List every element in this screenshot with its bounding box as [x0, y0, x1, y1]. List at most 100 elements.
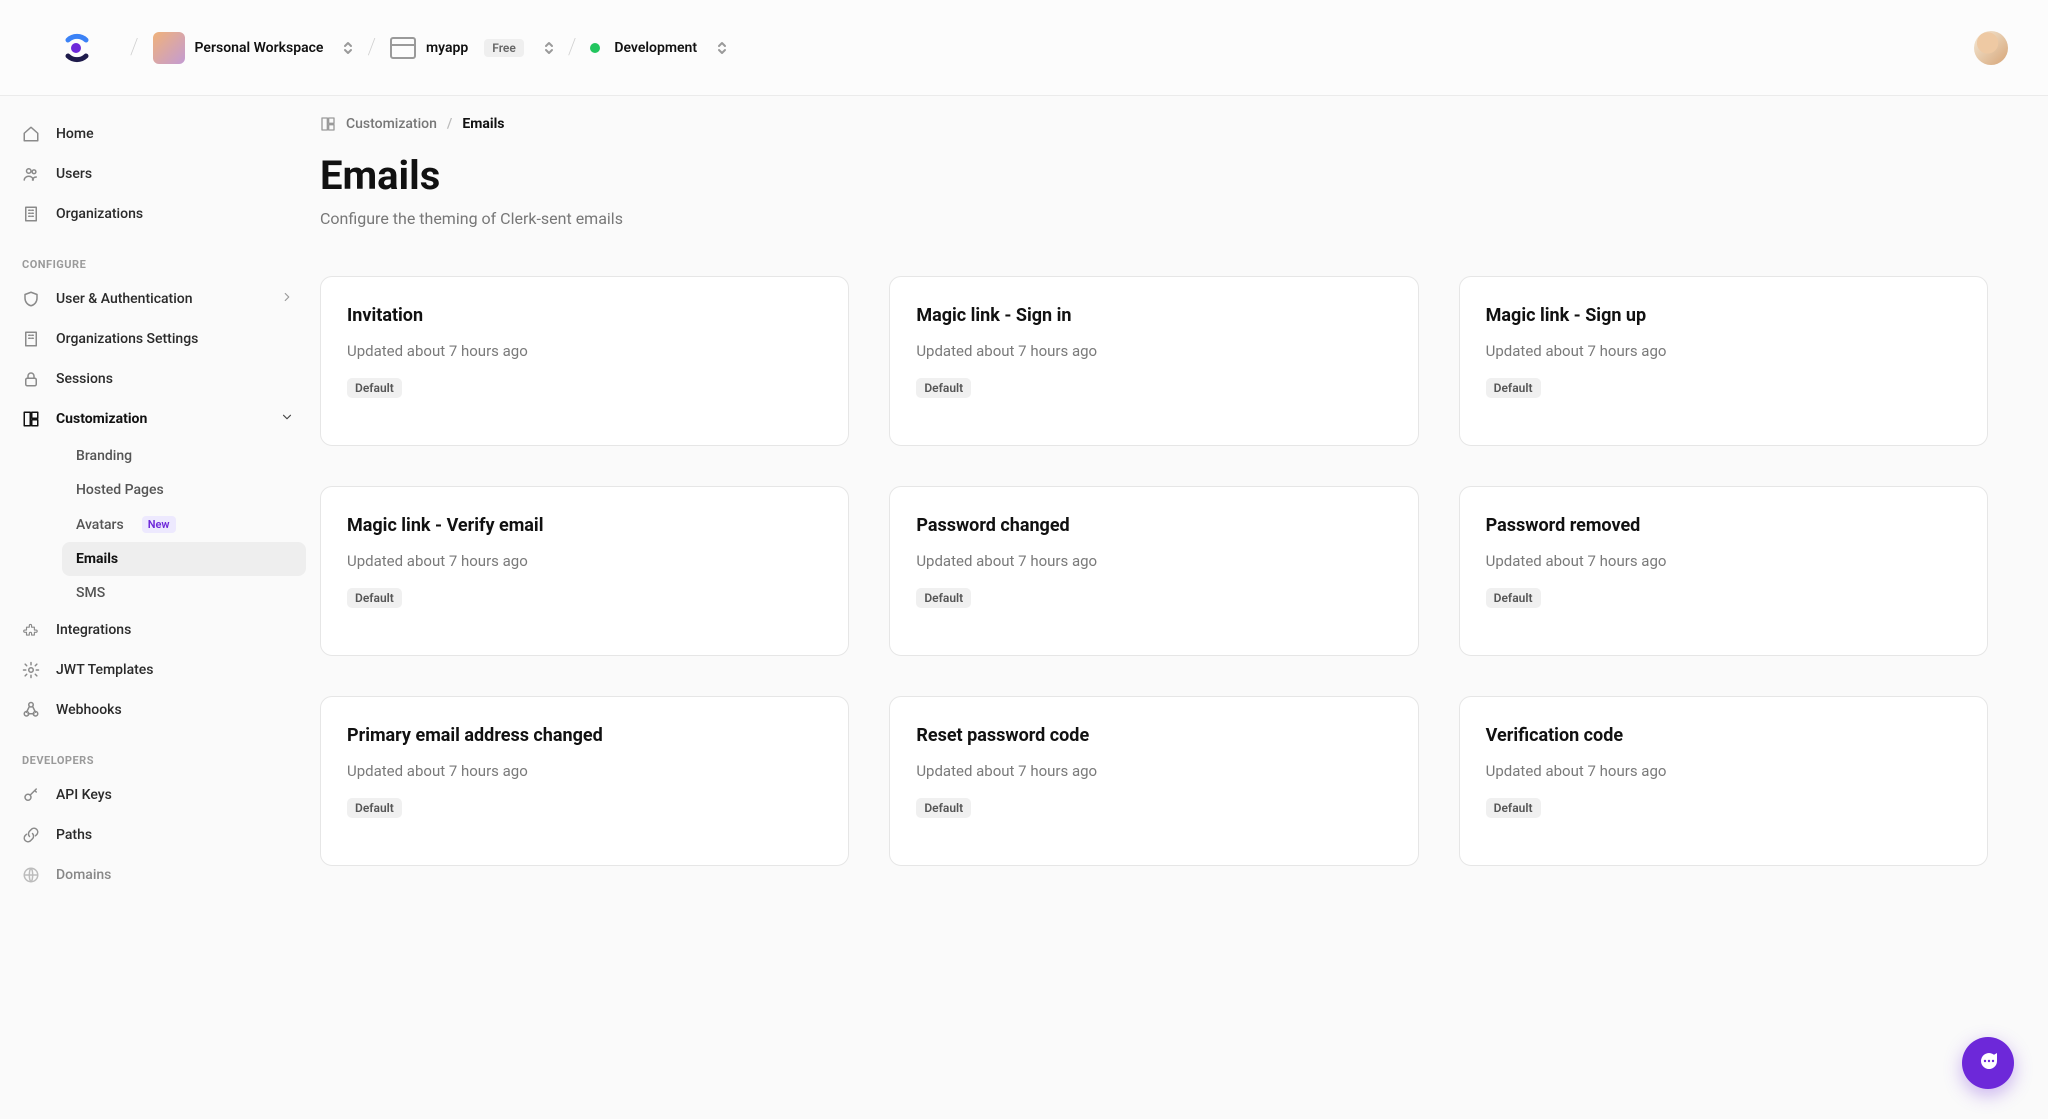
sidebar-item-home[interactable]: Home [14, 114, 306, 154]
email-template-card[interactable]: Password removed Updated about 7 hours ag… [1459, 486, 1988, 656]
workspace-avatar [153, 32, 185, 64]
sidebar-item-label: Users [56, 166, 92, 182]
section-label-configure: CONFIGURE [14, 234, 306, 279]
chevron-right-icon [280, 290, 294, 308]
link-icon [20, 824, 42, 846]
sidebar-item-jwt-templates[interactable]: JWT Templates [14, 650, 306, 690]
gear-icon [20, 659, 42, 681]
default-badge: Default [916, 588, 971, 608]
shield-icon [20, 288, 42, 310]
chat-fab[interactable] [1962, 1037, 2014, 1089]
chevron-down-icon [280, 410, 294, 428]
palette-icon [20, 408, 42, 430]
card-title: Primary email address changed [347, 725, 822, 746]
sidebar-item-users[interactable]: Users [14, 154, 306, 194]
sidebar-item-sessions[interactable]: Sessions [14, 359, 306, 399]
email-template-card[interactable]: Verification codeUpdated about 7 hours a… [1459, 696, 1988, 866]
breadcrumb-sep: / [447, 116, 452, 132]
breadcrumb: Customization / Emails [320, 116, 1988, 132]
email-template-card[interactable]: Magic link - Sign upUpdated about 7 hour… [1459, 276, 1988, 446]
app-switcher[interactable]: myapp Free [390, 37, 554, 59]
card-updated: Updated about 7 hours ago [347, 342, 822, 360]
sidebar-item-user-auth[interactable]: User & Authentication [14, 279, 306, 319]
email-template-card[interactable]: Reset password codeUpdated about 7 hours… [889, 696, 1418, 866]
default-badge: Default [916, 378, 971, 398]
sidebar-item-label: JWT Templates [56, 662, 154, 678]
sidebar-item-label: Home [56, 126, 94, 142]
sidebar-item-label: Emails [76, 551, 118, 567]
sidebar-item-org-settings[interactable]: Organizations Settings [14, 319, 306, 359]
default-badge: Default [347, 798, 402, 818]
sidebar-sub-hosted-pages[interactable]: Hosted Pages [62, 473, 306, 507]
sidebar-item-label: Hosted Pages [76, 482, 164, 498]
sidebar-item-label: SMS [76, 585, 105, 601]
users-icon [20, 163, 42, 185]
email-template-card[interactable]: Primary email address changed Updated abo… [320, 696, 849, 866]
sidebar-item-organizations[interactable]: Organizations [14, 194, 306, 234]
workspace-switcher[interactable]: Personal Workspace [153, 32, 354, 64]
home-icon [20, 123, 42, 145]
page-subtitle: Configure the theming of Clerk-sent emai… [320, 209, 1988, 228]
page-title: Emails [320, 152, 1988, 199]
card-title: Magic link - Verify email [347, 515, 822, 536]
sidebar-item-label: Webhooks [56, 702, 122, 718]
sidebar-item-label: Paths [56, 827, 92, 843]
breadcrumb-root[interactable]: Customization [346, 116, 437, 132]
header-bar: / Personal Workspace / myapp Free / Deve… [0, 0, 2048, 96]
env-switcher[interactable]: Development [590, 40, 727, 56]
card-updated: Updated about 7 hours ago [916, 342, 1391, 360]
default-badge: Default [1486, 798, 1541, 818]
puzzle-icon [20, 619, 42, 641]
app-logo[interactable] [60, 32, 92, 64]
email-template-card[interactable]: Password changedUpdated about 7 hours ag… [889, 486, 1418, 656]
app-icon [390, 37, 416, 59]
sidebar-item-label: Customization [56, 411, 147, 427]
email-template-card[interactable]: Magic link - Sign inUpdated about 7 hour… [889, 276, 1418, 446]
building-icon [20, 328, 42, 350]
crumb-sep: / [130, 35, 139, 60]
card-updated: Updated about 7 hours ago [916, 552, 1391, 570]
chat-icon [1976, 1049, 2000, 1077]
app-name: myapp [426, 40, 468, 56]
sidebar-item-label: Domains [56, 867, 111, 883]
default-badge: Default [1486, 588, 1541, 608]
key-icon [20, 784, 42, 806]
default-badge: Default [1486, 378, 1541, 398]
sidebar-item-integrations[interactable]: Integrations [14, 610, 306, 650]
plan-badge: Free [484, 39, 524, 57]
sidebar-sub-avatars[interactable]: Avatars New [62, 507, 306, 542]
sidebar-item-customization[interactable]: Customization [14, 399, 306, 439]
sidebar-item-webhooks[interactable]: Webhooks [14, 690, 306, 730]
chevron-updown-icon [343, 41, 353, 55]
card-updated: Updated about 7 hours ago [347, 552, 822, 570]
main-content: Customization / Emails Emails Configure … [320, 96, 2048, 946]
crumb-sep: / [568, 35, 577, 60]
sidebar-item-domains[interactable]: Domains [14, 855, 306, 895]
sidebar-sub-emails[interactable]: Emails [62, 542, 306, 576]
email-templates-grid: Invitation Updated about 7 hours ago Defau… [320, 276, 1988, 866]
crumb-sep: / [367, 35, 376, 60]
sidebar: Home Users Organizations CONFIGURE User … [0, 96, 320, 946]
default-badge: Default [347, 588, 402, 608]
globe-icon [20, 864, 42, 886]
card-title: Verification code [1486, 725, 1961, 746]
sidebar-sub-sms[interactable]: SMS [62, 576, 306, 610]
card-updated: Updated about 7 hours ago [1486, 342, 1961, 360]
lock-icon [20, 368, 42, 390]
sidebar-item-label: User & Authentication [56, 291, 193, 307]
card-title: Password removed [1486, 515, 1961, 536]
card-updated: Updated about 7 hours ago [1486, 552, 1961, 570]
sidebar-item-label: Integrations [56, 622, 131, 638]
email-template-card[interactable]: Magic link - Verify email Updated about 7… [320, 486, 849, 656]
default-badge: Default [916, 798, 971, 818]
sidebar-item-paths[interactable]: Paths [14, 815, 306, 855]
sidebar-item-api-keys[interactable]: API Keys [14, 775, 306, 815]
user-avatar[interactable] [1974, 31, 2008, 65]
card-updated: Updated about 7 hours ago [347, 762, 822, 780]
webhook-icon [20, 699, 42, 721]
email-template-card[interactable]: InvitationUpdated about 7 hours agoDefau… [320, 276, 849, 446]
palette-icon [320, 116, 336, 132]
card-title: Invitation [347, 305, 822, 326]
card-title: Reset password code [916, 725, 1391, 746]
sidebar-sub-branding[interactable]: Branding [62, 439, 306, 473]
